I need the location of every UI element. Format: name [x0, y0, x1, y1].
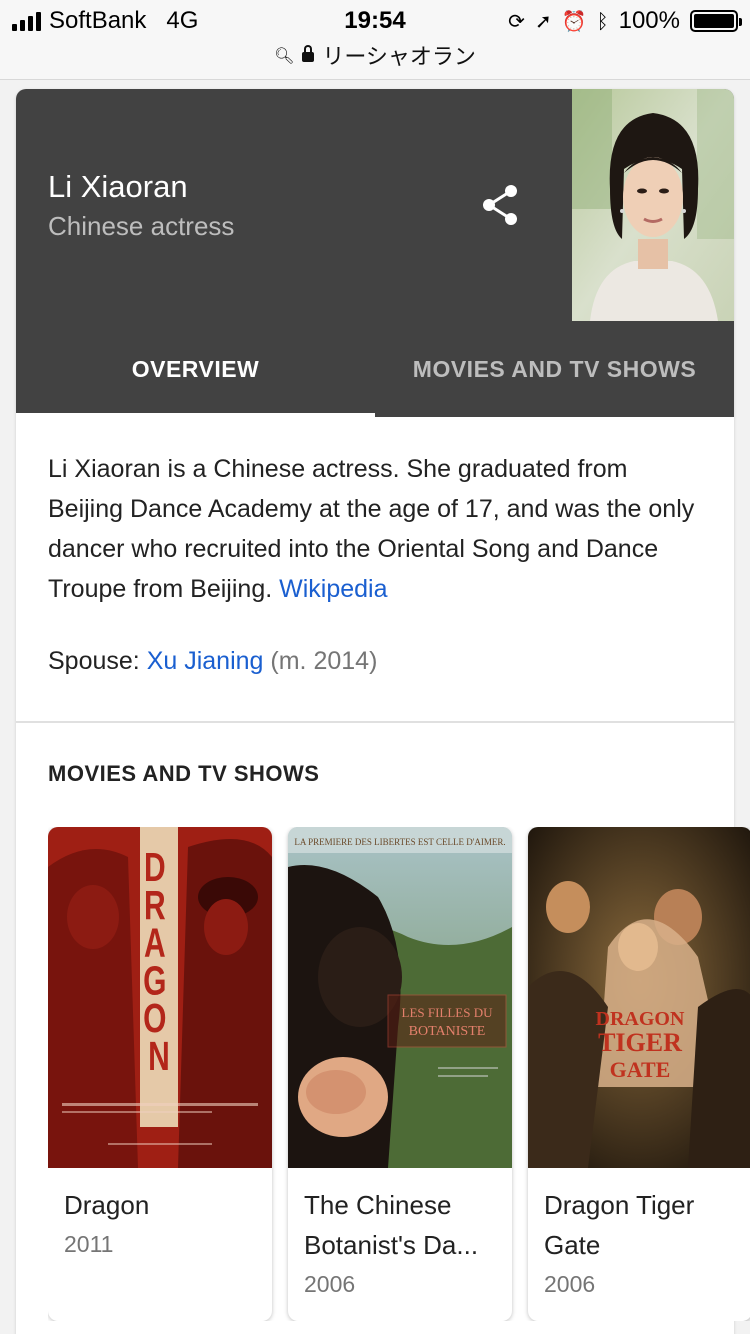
tab-overview[interactable]: OVERVIEW	[16, 321, 375, 417]
alarm-icon: ⏰	[561, 9, 587, 33]
section-divider	[16, 721, 734, 723]
spouse-detail: (m. 2014)	[270, 647, 378, 675]
panel-header: Li Xiaoran Chinese actress	[16, 89, 734, 321]
movie-poster: DRAGON TIGER GATE	[528, 827, 750, 1168]
spouse-link[interactable]: Xu Jianing	[147, 647, 264, 675]
movie-poster: D R A G O N	[48, 827, 272, 1168]
portrait-image[interactable]	[572, 89, 734, 321]
battery-level	[694, 14, 734, 28]
lock-icon	[302, 45, 315, 62]
movies-carousel[interactable]: D R A G O N Dragon 2011 LA PREMIERE DES …	[48, 827, 750, 1321]
movie-year: 2006	[304, 1271, 356, 1297]
spouse-row: Spouse: Xu Jianing (m. 2014)	[48, 641, 377, 681]
movie-year: 2006	[544, 1271, 596, 1297]
movie-title: Dragon Tiger Gate	[544, 1190, 695, 1260]
battery-icon	[690, 10, 742, 32]
poster-title-botaniste-2: BOTANISTE	[409, 1024, 486, 1039]
poster-title-dragon-tiger-gate: DRAGON	[596, 1008, 685, 1030]
movie-title: The Chinese Botanist's Da...	[304, 1190, 479, 1260]
location-icon: ➚	[534, 9, 552, 33]
battery-percent: 100%	[618, 7, 680, 34]
poster-tagline: LA PREMIERE DES LIBERTES EST CELLE D'AIM…	[294, 837, 505, 847]
url-text: リーシャオラン	[322, 44, 476, 69]
share-button[interactable]	[476, 181, 524, 229]
movie-poster: LA PREMIERE DES LIBERTES EST CELLE D'AIM…	[288, 827, 512, 1168]
tab-bar: OVERVIEW MOVIES AND TV SHOWS	[16, 321, 734, 417]
status-bar-right: ⟳ ➚ ⏰ ᛒ 100%	[508, 6, 742, 36]
movie-title: Dragon	[64, 1190, 150, 1220]
poster-title-botaniste: LES FILLES DU	[402, 1005, 494, 1020]
orientation-lock-icon: ⟳	[508, 9, 525, 33]
movies-section-heading: MOVIES AND TV SHOWS	[48, 761, 320, 786]
bluetooth-icon: ᛒ	[596, 9, 609, 33]
description: Li Xiaoran is a Chinese actress. She gra…	[48, 449, 708, 609]
movie-card-dragon-tiger-gate[interactable]: DRAGON TIGER GATE Dragon Tiger Gate 2006	[528, 827, 750, 1321]
search-icon: 🔍︎	[274, 45, 295, 65]
poster-title-dragon-tiger-gate-2: TIGER	[598, 1028, 682, 1057]
panel-title: Li Xiaoran	[48, 169, 188, 204]
share-icon	[483, 185, 517, 225]
movie-year: 2011	[64, 1231, 114, 1257]
panel-subtitle: Chinese actress	[48, 211, 235, 241]
wikipedia-link[interactable]: Wikipedia	[279, 575, 387, 603]
movie-card-chinese-botanist[interactable]: LA PREMIERE DES LIBERTES EST CELLE D'AIM…	[288, 827, 512, 1321]
status-bar: SoftBank 4G 19:54 ⟳ ➚ ⏰ ᛒ 100% 🔍︎ リーシャオラ…	[0, 0, 750, 80]
movie-card-dragon[interactable]: D R A G O N Dragon 2011	[48, 827, 272, 1321]
spouse-label: Spouse:	[48, 647, 140, 675]
tab-movies-and-tv-shows[interactable]: MOVIES AND TV SHOWS	[375, 321, 734, 417]
url-bar[interactable]: 🔍︎ リーシャオラン	[0, 40, 750, 70]
poster-title-dragon-tiger-gate-3: GATE	[610, 1057, 671, 1082]
